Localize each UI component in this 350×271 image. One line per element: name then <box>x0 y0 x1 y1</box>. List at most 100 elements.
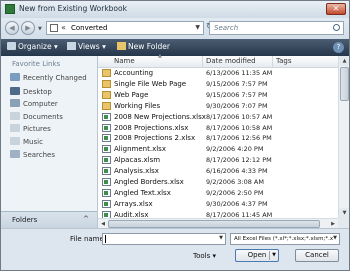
column-tags[interactable]: Tags <box>276 57 292 65</box>
table-row[interactable]: Analysis.xlsx 6/16/2006 4:33 PM <box>98 166 338 177</box>
window-title: New from Existing Workbook <box>19 4 127 13</box>
table-row[interactable]: 2008 Projections.xlsx 8/17/2006 10:58 AM <box>98 123 338 134</box>
address-separator[interactable]: « <box>61 23 66 32</box>
scroll-up-icon[interactable]: ▲ <box>339 56 349 66</box>
file-name-input[interactable]: ▼ <box>102 233 226 245</box>
documents-icon <box>10 112 20 120</box>
table-row[interactable]: Arrays.xlsx 9/30/2006 4:37 PM <box>98 199 338 210</box>
row-date-modified: 8/17/2006 12:12 PM <box>206 156 272 165</box>
table-row[interactable]: Alpacas.xlsm 8/17/2006 12:12 PM <box>98 155 338 166</box>
sidebar-item-music[interactable]: Music <box>10 137 43 146</box>
forward-button[interactable]: ▶ <box>21 21 35 35</box>
row-file-name: Alignment.xlsx <box>114 145 166 154</box>
row-file-name: 2008 New Projections.xlsx <box>114 112 206 121</box>
table-row[interactable]: Alignment.xlsx 9/2/2006 4:20 PM <box>98 144 338 155</box>
open-label: Open <box>247 251 267 259</box>
dialog-window: New from Existing Workbook ✕ ◀ ▶ ▼ « Con… <box>0 0 350 271</box>
new-folder-icon <box>117 42 126 50</box>
row-date-modified: 9/2/2006 2:50 PM <box>206 188 264 197</box>
scroll-corner <box>338 218 349 228</box>
views-label: Views ▾ <box>78 42 106 51</box>
sidebar-item-searches[interactable]: Searches <box>10 150 55 159</box>
address-bar[interactable]: « Converted ▼ <box>46 21 204 35</box>
split-divider <box>269 251 270 260</box>
table-row[interactable]: Web Page 9/15/2006 7:57 PM <box>98 90 338 101</box>
table-row[interactable]: 2008 Projections 2.xlsx 8/17/2006 12:56 P… <box>98 133 338 144</box>
folders-label: Folders <box>12 216 38 224</box>
column-divider[interactable] <box>202 56 203 67</box>
sidebar-item-computer[interactable]: Computer <box>10 99 58 108</box>
excel-file-icon <box>102 178 111 186</box>
navigation-bar: ◀ ▶ ▼ « Converted ▼ ↻ Search <box>1 18 349 39</box>
row-file-name: Working Files <box>114 101 161 110</box>
row-date-modified: 8/17/2006 10:58 AM <box>206 123 273 132</box>
horizontal-scroll-thumb[interactable] <box>108 220 320 228</box>
views-button[interactable]: Views ▾ <box>67 42 106 51</box>
excel-file-icon <box>102 112 111 121</box>
folder-icon <box>50 24 58 32</box>
organize-icon <box>7 42 16 50</box>
row-date-modified: 9/30/2006 7:07 PM <box>206 101 268 110</box>
close-button[interactable]: ✕ <box>326 3 346 15</box>
table-row[interactable]: 2008 New Projections.xlsx 8/17/2006 10:57… <box>98 112 338 123</box>
back-button[interactable]: ◀ <box>5 21 19 35</box>
scroll-down-icon[interactable]: ▼ <box>339 208 349 218</box>
file-name-label: File name: <box>70 235 107 243</box>
row-file-name: Accounting <box>114 69 154 77</box>
folders-toggle[interactable]: Folders ^ <box>1 211 97 229</box>
computer-icon <box>10 99 20 107</box>
address-dropdown-icon[interactable]: ▼ <box>195 24 200 31</box>
column-date-modified[interactable]: Date modified <box>206 57 256 65</box>
tools-button[interactable]: Tools ▾ <box>193 252 216 260</box>
chevron-up-icon: ^ <box>83 215 89 223</box>
folder-icon <box>102 90 111 99</box>
vertical-scrollbar[interactable]: ▲ ▼ <box>338 56 349 218</box>
excel-file-icon <box>102 199 111 208</box>
search-input[interactable]: Search <box>214 24 238 32</box>
desktop-icon <box>10 87 20 95</box>
history-dropdown-icon[interactable]: ▼ <box>38 26 42 32</box>
table-row[interactable]: Working Files 9/30/2006 7:07 PM <box>98 101 338 112</box>
new-folder-label: New Folder <box>128 42 170 51</box>
row-file-name: Alpacas.xlsm <box>114 156 161 165</box>
sidebar-item-recently-changed[interactable]: Recently Changed <box>10 73 87 82</box>
search-icon[interactable] <box>333 24 340 31</box>
column-name[interactable]: Name <box>114 57 135 65</box>
sidebar-item-desktop[interactable]: Desktop <box>10 87 52 96</box>
new-folder-button[interactable]: New Folder <box>117 42 170 51</box>
row-file-name: 2008 Projections 2.xlsx <box>114 134 196 143</box>
favorite-links-title: Favorite Links <box>12 60 61 68</box>
open-button[interactable]: Open ▼ <box>235 249 279 262</box>
folder-icon <box>102 69 111 77</box>
scroll-thumb[interactable] <box>340 67 349 101</box>
title-bar[interactable]: New from Existing Workbook ✕ <box>1 1 349 18</box>
table-row[interactable]: Single File Web Page 9/15/2006 7:57 PM <box>98 79 338 90</box>
organize-button[interactable]: Organize ▾ <box>7 42 58 51</box>
folder-icon <box>102 101 111 110</box>
excel-app-icon <box>5 4 15 14</box>
table-row[interactable]: Accounting 6/13/2006 11:35 AM <box>98 68 338 79</box>
text-caret <box>105 235 106 243</box>
views-icon <box>67 42 76 50</box>
table-row[interactable]: Angled Borders.xlsx 9/2/2006 3:08 AM <box>98 177 338 188</box>
column-divider[interactable] <box>272 56 273 67</box>
file-type-filter[interactable]: All Excel Files (*.xl*;*.xlsx;*.xlsm;*.x… <box>230 233 340 245</box>
row-date-modified: 9/15/2006 7:57 PM <box>206 90 268 99</box>
chevron-down-icon[interactable]: ▼ <box>219 235 223 241</box>
sort-arrow-icon: ▲ <box>158 53 162 59</box>
row-date-modified: 8/17/2006 10:57 AM <box>206 112 273 121</box>
table-row[interactable]: Angled Text.xlsx 9/2/2006 2:50 PM <box>98 188 338 199</box>
sidebar-item-documents[interactable]: Documents <box>10 112 63 121</box>
cancel-button[interactable]: Cancel <box>295 249 339 262</box>
navigation-pane: Favorite Links Recently Changed Desktop … <box>1 56 98 229</box>
excel-file-icon <box>102 156 111 165</box>
excel-file-icon <box>102 167 111 176</box>
chevron-down-icon[interactable]: ▼ <box>272 250 276 261</box>
search-box[interactable]: Search <box>209 21 344 35</box>
sidebar-item-pictures[interactable]: Pictures <box>10 124 51 133</box>
address-path[interactable]: Converted <box>71 24 107 32</box>
column-header: Name ▲ Date modified Tags <box>98 53 338 68</box>
help-icon[interactable]: ? <box>333 42 344 53</box>
row-file-name: Angled Text.xlsx <box>114 188 171 197</box>
chevron-down-icon[interactable]: ▼ <box>333 235 337 241</box>
